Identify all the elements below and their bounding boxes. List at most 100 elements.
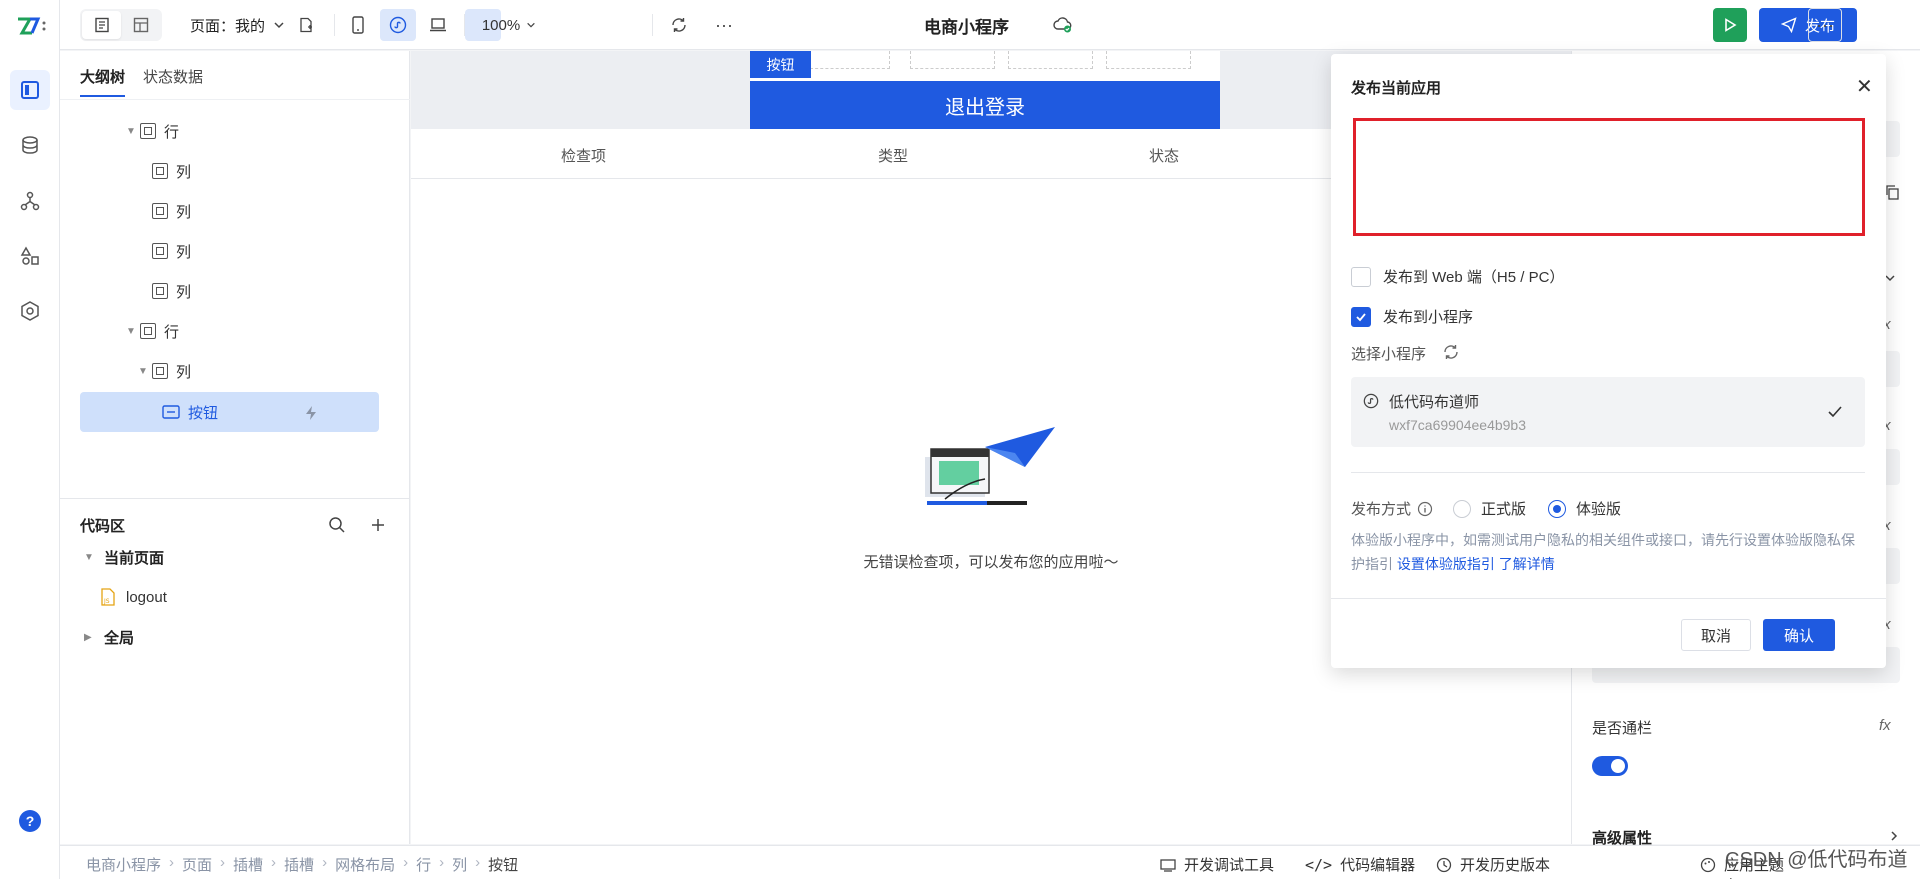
divider — [1331, 598, 1886, 599]
caret-down-icon[interactable]: ▼ — [126, 126, 140, 137]
tree-node-row[interactable]: ▼ 行 — [126, 311, 179, 351]
trial-radio[interactable] — [1548, 499, 1567, 518]
database-icon[interactable] — [10, 125, 50, 165]
confirm-button[interactable]: 确认 — [1763, 619, 1835, 651]
grid-cell — [810, 51, 890, 69]
caret-down-icon[interactable]: ▼ — [138, 366, 152, 377]
bottom-bar: 电商小程序 › 页面 › 插槽 › 插槽 › 网格布局 › 行 › 列 › 按钮 开发调试工具… — [60, 845, 1920, 879]
new-page-icon[interactable] — [290, 9, 322, 41]
palette-icon — [1700, 857, 1716, 872]
code-area-title: 代码区 — [80, 518, 126, 535]
container-icon — [152, 163, 168, 179]
zoom-select[interactable]: 100% — [474, 9, 544, 41]
tree-node-label: 列 — [176, 283, 192, 301]
breadcrumb-item[interactable]: 插槽 — [284, 854, 314, 875]
web-checkbox[interactable] — [1351, 266, 1371, 287]
publish-miniprogram-option[interactable]: 发布到小程序 — [1351, 306, 1473, 327]
code-editor-button[interactable]: </> 代码编辑器 — [1305, 854, 1415, 875]
tree-node-column[interactable]: 列 — [152, 271, 191, 311]
trial-label[interactable]: 体验版 — [1576, 498, 1621, 519]
full-width-label: 是否通栏 — [1592, 720, 1653, 737]
close-icon[interactable]: ✕ — [1856, 74, 1873, 99]
code-file-item[interactable]: JS logout — [100, 577, 167, 617]
tree-node-column[interactable]: 列 — [152, 151, 191, 191]
tab-state-data[interactable]: 状态数据 — [143, 66, 203, 97]
components-icon[interactable] — [10, 236, 50, 276]
breadcrumb-item[interactable]: 电商小程序 — [86, 854, 161, 875]
dev-tools-button[interactable]: 开发调试工具 — [1160, 854, 1274, 875]
run-preview-button[interactable] — [1713, 8, 1747, 42]
breadcrumb-item[interactable]: 网格布局 — [335, 854, 395, 875]
miniprogram-checkbox[interactable] — [1351, 306, 1371, 327]
flow-icon[interactable] — [10, 181, 50, 221]
cancel-button[interactable]: 取消 — [1681, 619, 1751, 651]
breadcrumb-item[interactable]: 插槽 — [233, 854, 263, 875]
caret-down-icon[interactable]: ▼ — [126, 326, 140, 337]
tree-node-button[interactable]: 按钮 — [162, 392, 218, 432]
page-select[interactable]: 页面：我的 — [190, 9, 285, 41]
document-view-icon[interactable] — [82, 11, 121, 39]
tree-node-label: 列 — [176, 363, 192, 381]
send-icon — [1780, 17, 1797, 33]
setup-guide-link[interactable]: 设置体验版指引 — [1397, 556, 1495, 572]
select-miniprogram-label: 选择小程序 — [1351, 346, 1427, 363]
desktop-preview-icon[interactable] — [422, 9, 454, 41]
miniprogram-mode-icon[interactable] — [380, 9, 416, 41]
divider — [334, 14, 335, 36]
mobile-preview-icon[interactable] — [342, 9, 374, 41]
help-icon[interactable]: ? — [19, 810, 41, 832]
tab-outline-tree[interactable]: 大纲树 — [80, 66, 126, 97]
tree-node-column[interactable]: 列 — [152, 231, 191, 271]
dialog-title: 发布当前应用 — [1351, 80, 1442, 97]
publish-method-label: 发布方式 — [1351, 501, 1412, 518]
caret-down-icon[interactable]: ▼ — [84, 552, 104, 563]
formal-radio[interactable] — [1453, 499, 1472, 518]
code-current-page[interactable]: ▼ 当前页面 — [84, 537, 164, 577]
lightning-icon[interactable] — [304, 405, 318, 421]
global-label: 全局 — [104, 629, 135, 647]
breadcrumb-item[interactable]: 按钮 — [488, 854, 518, 875]
column-header: 状态 — [1149, 148, 1180, 165]
settings-hex-icon[interactable] — [10, 291, 50, 331]
chevron-right-icon[interactable] — [1888, 830, 1900, 842]
divider — [652, 14, 653, 36]
breadcrumb-separator: › — [220, 854, 226, 871]
container-icon — [152, 243, 168, 259]
outline-nav-icon[interactable] — [10, 70, 50, 110]
breadcrumb-item[interactable]: 行 — [416, 854, 431, 875]
info-icon[interactable] — [1417, 501, 1433, 517]
tree-node-column[interactable]: ▼ 列 — [138, 351, 191, 391]
history-button[interactable]: 开发历史版本 — [1436, 854, 1550, 875]
search-icon[interactable] — [328, 516, 346, 534]
breadcrumb-item[interactable]: 列 — [452, 854, 467, 875]
logout-button[interactable]: 退出登录 — [750, 81, 1220, 129]
web-option-label: 发布到 Web 端（H5 / PC） — [1383, 269, 1565, 286]
caret-right-icon[interactable]: ▶ — [84, 632, 104, 643]
svg-text:JS: JS — [103, 598, 110, 605]
dev-tools-label: 开发调试工具 — [1184, 857, 1275, 874]
breadcrumb-separator: › — [322, 854, 328, 871]
publish-web-option[interactable]: 发布到 Web 端（H5 / PC） — [1351, 266, 1564, 287]
layout-view-icon[interactable] — [121, 11, 160, 39]
zoom-value: 100% — [481, 16, 521, 34]
top-toolbar: 页面：我的 100% ··· 电商小程序 发布 ··· — [60, 0, 1920, 50]
more-options-icon[interactable]: ··· — [708, 9, 740, 41]
chevron-down-icon — [274, 22, 284, 29]
tree-node-column[interactable]: 列 — [152, 191, 191, 231]
more-menu-button[interactable]: ··· — [1808, 8, 1842, 42]
plus-icon[interactable] — [370, 517, 386, 533]
refresh-icon[interactable] — [1442, 343, 1460, 361]
code-global[interactable]: ▶ 全局 — [84, 617, 134, 657]
refresh-icon[interactable] — [663, 9, 695, 41]
fx-icon[interactable]: fx — [1879, 717, 1891, 734]
miniprogram-card[interactable]: 低代码布道师 wxf7ca69904ee4b9b3 — [1351, 377, 1865, 447]
app-logo-icon[interactable] — [16, 15, 48, 37]
tree-node-row[interactable]: ▼ 行 — [126, 111, 179, 151]
current-page-label: 当前页面 — [104, 549, 165, 567]
full-width-toggle[interactable] — [1592, 756, 1628, 776]
formal-label[interactable]: 正式版 — [1481, 498, 1526, 519]
tree-node-label: 行 — [164, 323, 180, 341]
copy-icon[interactable] — [1884, 184, 1900, 200]
breadcrumb-item[interactable]: 页面 — [182, 854, 212, 875]
learn-more-link[interactable]: 了解详情 — [1499, 556, 1555, 572]
